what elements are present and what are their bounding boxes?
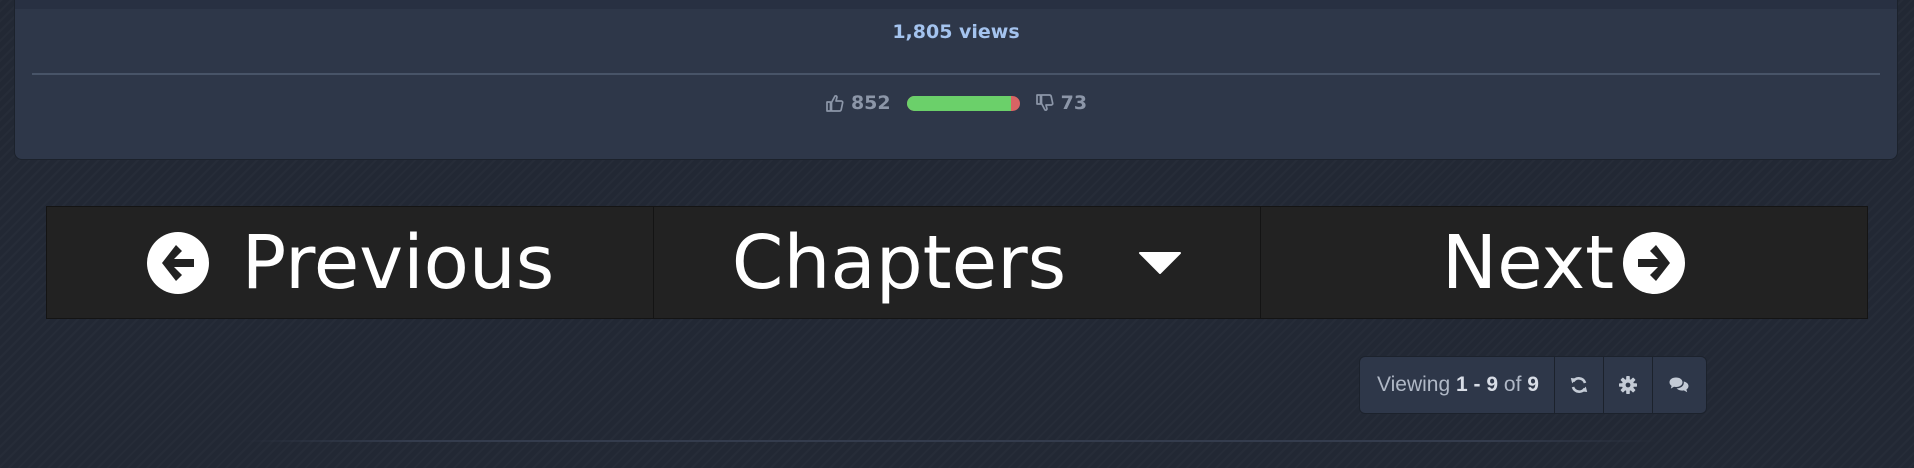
viewing-end: 9 (1486, 373, 1499, 396)
chapter-navigation: Previous Chapters Next (46, 206, 1868, 319)
thumbs-down-icon[interactable] (1035, 93, 1055, 113)
viewing-prefix: Viewing (1377, 373, 1451, 396)
stats-divider (32, 73, 1880, 75)
rating-bar-likes (906, 95, 1011, 111)
previous-label: Previous (241, 219, 555, 306)
stats-card: 1,805 views 852 73 (14, 0, 1898, 160)
stats-top-strip (15, 0, 1897, 9)
comments-button[interactable] (1653, 357, 1706, 413)
arrow-circle-right-icon (1622, 231, 1686, 295)
gear-icon (1618, 375, 1638, 395)
viewing-toolbar: Viewing 1 - 9 of 9 (1359, 356, 1707, 414)
viewing-range: Viewing 1 - 9 of 9 (1360, 357, 1555, 413)
comments-icon (1669, 375, 1689, 395)
settings-button[interactable] (1604, 357, 1653, 413)
viewing-total: 9 (1527, 373, 1539, 396)
caret-down-icon (1138, 251, 1182, 275)
refresh-button[interactable] (1555, 357, 1604, 413)
chapters-label: Chapters (731, 219, 1067, 306)
rating-row: 852 73 (15, 91, 1897, 115)
thumbs-up-icon[interactable] (825, 93, 845, 113)
section-divider (240, 440, 1660, 442)
like-count: 852 (850, 92, 891, 114)
arrow-circle-left-icon (146, 231, 210, 295)
viewing-separator: - (1473, 373, 1481, 396)
views-count: 1,805 views (892, 21, 1020, 43)
chapters-dropdown[interactable]: Chapters (654, 207, 1261, 318)
refresh-icon (1569, 375, 1589, 395)
dislike-count: 73 (1060, 92, 1088, 114)
next-chapter-button[interactable]: Next (1261, 207, 1867, 318)
next-label: Next (1441, 219, 1615, 306)
viewing-of: of (1503, 373, 1522, 396)
rating-bar (906, 95, 1020, 111)
previous-chapter-button[interactable]: Previous (47, 207, 654, 318)
viewing-start: 1 (1456, 373, 1468, 396)
